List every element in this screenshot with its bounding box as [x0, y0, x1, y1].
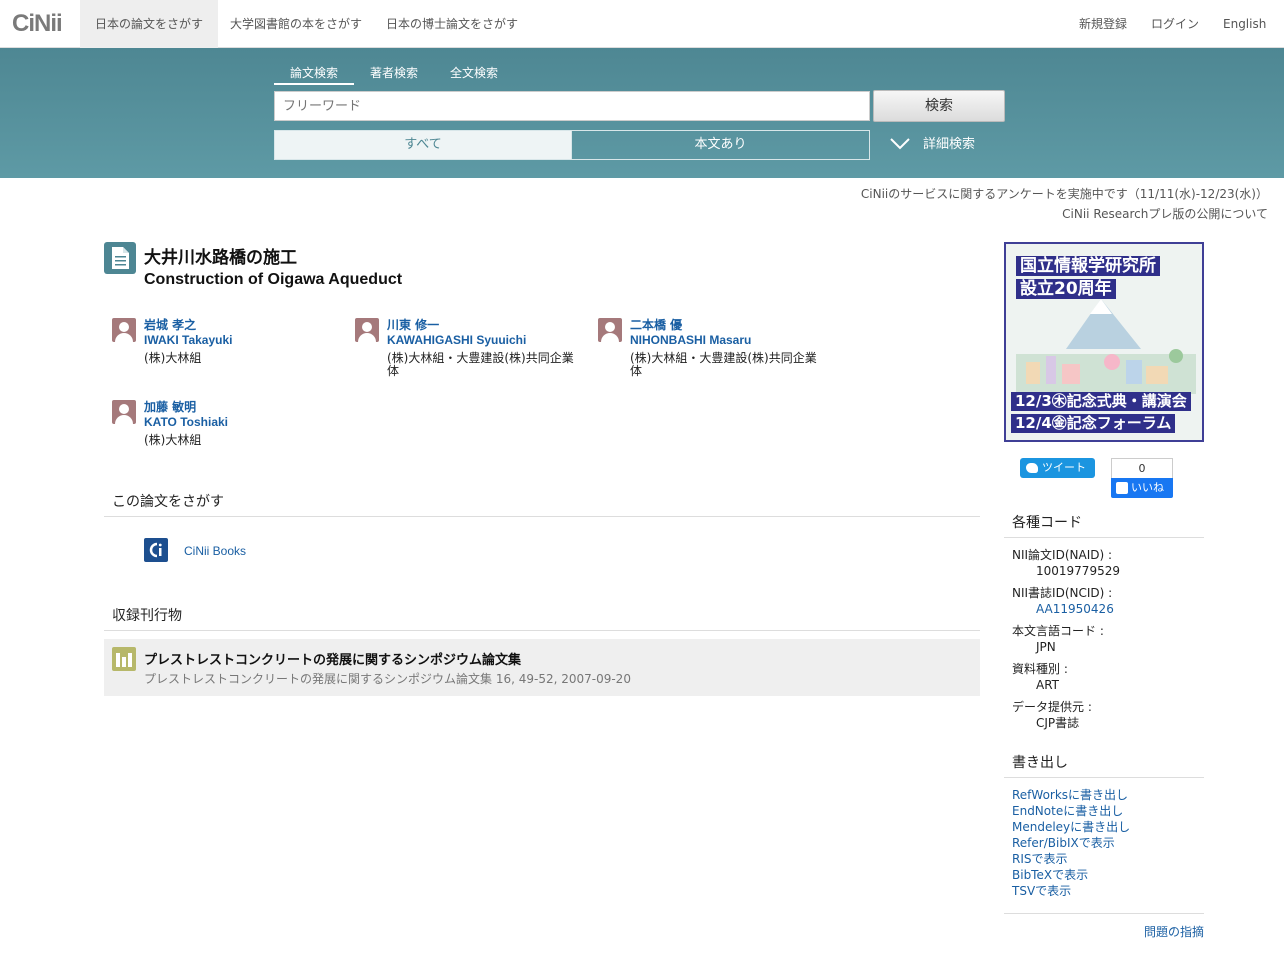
banner-line-1: 国立情報学研究所	[1016, 256, 1160, 276]
author-name-en[interactable]: NIHONBASHI Masaru	[630, 333, 830, 348]
author-affiliation: (株)大林組・大豊建設(株)共同企業体	[387, 351, 574, 378]
author-item: 川東 修一 KAWAHIGASHI Syuuichi (株)大林組・大豊建設(株…	[355, 318, 587, 378]
author-affiliation: (株)大林組	[144, 433, 202, 447]
journal-icon	[112, 647, 136, 671]
advanced-search-label: 詳細検索	[923, 137, 976, 152]
filter-fulltext[interactable]: 本文あり	[571, 130, 870, 160]
author-name-ja[interactable]: 二本橋 優	[630, 318, 830, 333]
export-tsv-link[interactable]: TSVで表示	[1012, 883, 1071, 899]
filter-all[interactable]: すべて	[274, 130, 572, 160]
code-label: 本文言語コード :	[1012, 624, 1104, 638]
code-type: 資料種別 : ART	[1012, 661, 1068, 693]
like-label: いいね	[1131, 481, 1164, 494]
code-language: 本文言語コード : JPN	[1012, 623, 1104, 655]
chevron-down-icon	[890, 138, 910, 150]
like-count: 0	[1111, 458, 1173, 478]
export-ris-link[interactable]: RISで表示	[1012, 851, 1068, 867]
export-endnote-link[interactable]: EndNoteに書き出し	[1012, 803, 1123, 819]
code-label: 資料種別 :	[1012, 662, 1068, 676]
tab-fulltext-search[interactable]: 全文検索	[450, 64, 498, 81]
export-mendeley-link[interactable]: Mendeleyに書き出し	[1012, 819, 1130, 835]
active-tab-indicator	[274, 83, 354, 85]
author-name-ja[interactable]: 加藤 敏明	[144, 400, 344, 415]
author-name-en[interactable]: IWAKI Takayuki	[144, 333, 344, 348]
search-band: 論文検索 著者検索 全文検索 検索 すべて 本文あり 詳細検索	[0, 48, 1284, 178]
advanced-search-toggle[interactable]: 詳細検索	[890, 130, 975, 160]
document-icon	[104, 242, 136, 274]
code-naid: NII論文ID(NAID) : 10019779529	[1012, 547, 1120, 579]
avatar-icon	[598, 318, 622, 342]
banner-line-2: 設立20周年	[1016, 279, 1116, 299]
tweet-label: ツイート	[1042, 461, 1086, 474]
cinii-logo[interactable]: CiNii	[12, 10, 63, 38]
code-provider: データ提供元 : CJP書誌	[1012, 699, 1092, 731]
tab-article-search[interactable]: 論文検索	[290, 64, 338, 81]
find-section-heading: この論文をさがす	[104, 491, 980, 517]
export-heading: 書き出し	[1004, 752, 1204, 778]
export-bibtex-link[interactable]: BibTeXで表示	[1012, 867, 1088, 883]
ncid-link[interactable]: AA11950426	[1012, 601, 1114, 617]
article-title-ja: 大井川水路橋の施工	[144, 248, 297, 268]
tweet-button[interactable]: ツイート	[1020, 458, 1095, 478]
author-item: 加藤 敏明 KATO Toshiaki (株)大林組	[112, 400, 344, 447]
cinii-books-icon[interactable]	[144, 538, 168, 562]
register-link[interactable]: 新規登録	[1079, 0, 1127, 48]
code-label: NII論文ID(NAID) :	[1012, 548, 1113, 562]
code-value: 10019779529	[1036, 564, 1120, 578]
facebook-thumb-icon	[1116, 482, 1128, 494]
code-value: CJP書誌	[1036, 716, 1080, 730]
author-item: 岩城 孝之 IWAKI Takayuki (株)大林組	[112, 318, 344, 365]
journal-section-heading: 収録刊行物	[104, 605, 980, 631]
nav-tab-dissertations[interactable]: 日本の博士論文をさがす	[374, 0, 530, 48]
journal-citation: プレストレストコンクリートの発展に関するシンポジウム論文集 16, 49-52,…	[144, 672, 631, 686]
avatar-icon	[355, 318, 379, 342]
author-name-en[interactable]: KAWAHIGASHI Syuuichi	[387, 333, 587, 348]
banner-line-4: 12/4㊎記念フォーラム	[1011, 414, 1176, 433]
search-input[interactable]	[274, 91, 870, 121]
author-name-ja[interactable]: 岩城 孝之	[144, 318, 344, 333]
cinii-books-link[interactable]: CiNii Books	[184, 544, 246, 558]
avatar-icon	[112, 318, 136, 342]
tab-author-search[interactable]: 著者検索	[370, 64, 418, 81]
nii-anniversary-banner[interactable]: 国立情報学研究所 設立20周年 12/3㊍記念式典・講演会 12/4㊎記念フォー…	[1004, 242, 1204, 442]
english-link[interactable]: English	[1223, 0, 1266, 48]
nav-tab-books[interactable]: 大学図書館の本をさがす	[218, 0, 374, 48]
search-button[interactable]: 検索	[873, 90, 1005, 122]
nav-tab-articles[interactable]: 日本の論文をさがす	[80, 0, 218, 48]
avatar-icon	[112, 400, 136, 424]
divider	[1004, 913, 1204, 914]
survey-notice-link[interactable]: CiNiiのサービスに関するアンケートを実施中です（11/11(水)-12/23…	[861, 185, 1268, 202]
login-link[interactable]: ログイン	[1151, 0, 1199, 48]
research-notice-link[interactable]: CiNii Researchプレ版の公開について	[1062, 205, 1268, 222]
author-name-en[interactable]: KATO Toshiaki	[144, 415, 344, 430]
export-refworks-link[interactable]: RefWorksに書き出し	[1012, 787, 1128, 803]
author-affiliation: (株)大林組・大豊建設(株)共同企業体	[630, 351, 817, 378]
like-button[interactable]: いいね	[1111, 478, 1173, 498]
author-affiliation: (株)大林組	[144, 351, 202, 365]
code-label: NII書誌ID(NCID) :	[1012, 586, 1113, 600]
code-label: データ提供元 :	[1012, 700, 1092, 714]
code-value: JPN	[1036, 640, 1056, 654]
journal-title[interactable]: プレストレストコンクリートの発展に関するシンポジウム論文集	[144, 649, 521, 668]
code-ncid: NII書誌ID(NCID) : AA11950426	[1012, 585, 1114, 617]
article-title-en: Construction of Oigawa Aqueduct	[144, 271, 403, 288]
twitter-bird-icon	[1026, 463, 1038, 473]
banner-line-3: 12/3㊍記念式典・講演会	[1011, 392, 1191, 411]
codes-heading: 各種コード	[1004, 512, 1204, 538]
author-item: 二本橋 優 NIHONBASHI Masaru (株)大林組・大豊建設(株)共同…	[598, 318, 830, 378]
author-name-ja[interactable]: 川東 修一	[387, 318, 587, 333]
report-problem-link[interactable]: 問題の指摘	[1144, 923, 1204, 940]
code-value: ART	[1036, 678, 1060, 692]
top-navigation: CiNii 日本の論文をさがす 大学図書館の本をさがす 日本の博士論文をさがす …	[0, 0, 1284, 48]
journal-item[interactable]: プレストレストコンクリートの発展に関するシンポジウム論文集 プレストレストコンク…	[104, 639, 980, 696]
export-refer-link[interactable]: Refer/BibIXで表示	[1012, 835, 1115, 851]
